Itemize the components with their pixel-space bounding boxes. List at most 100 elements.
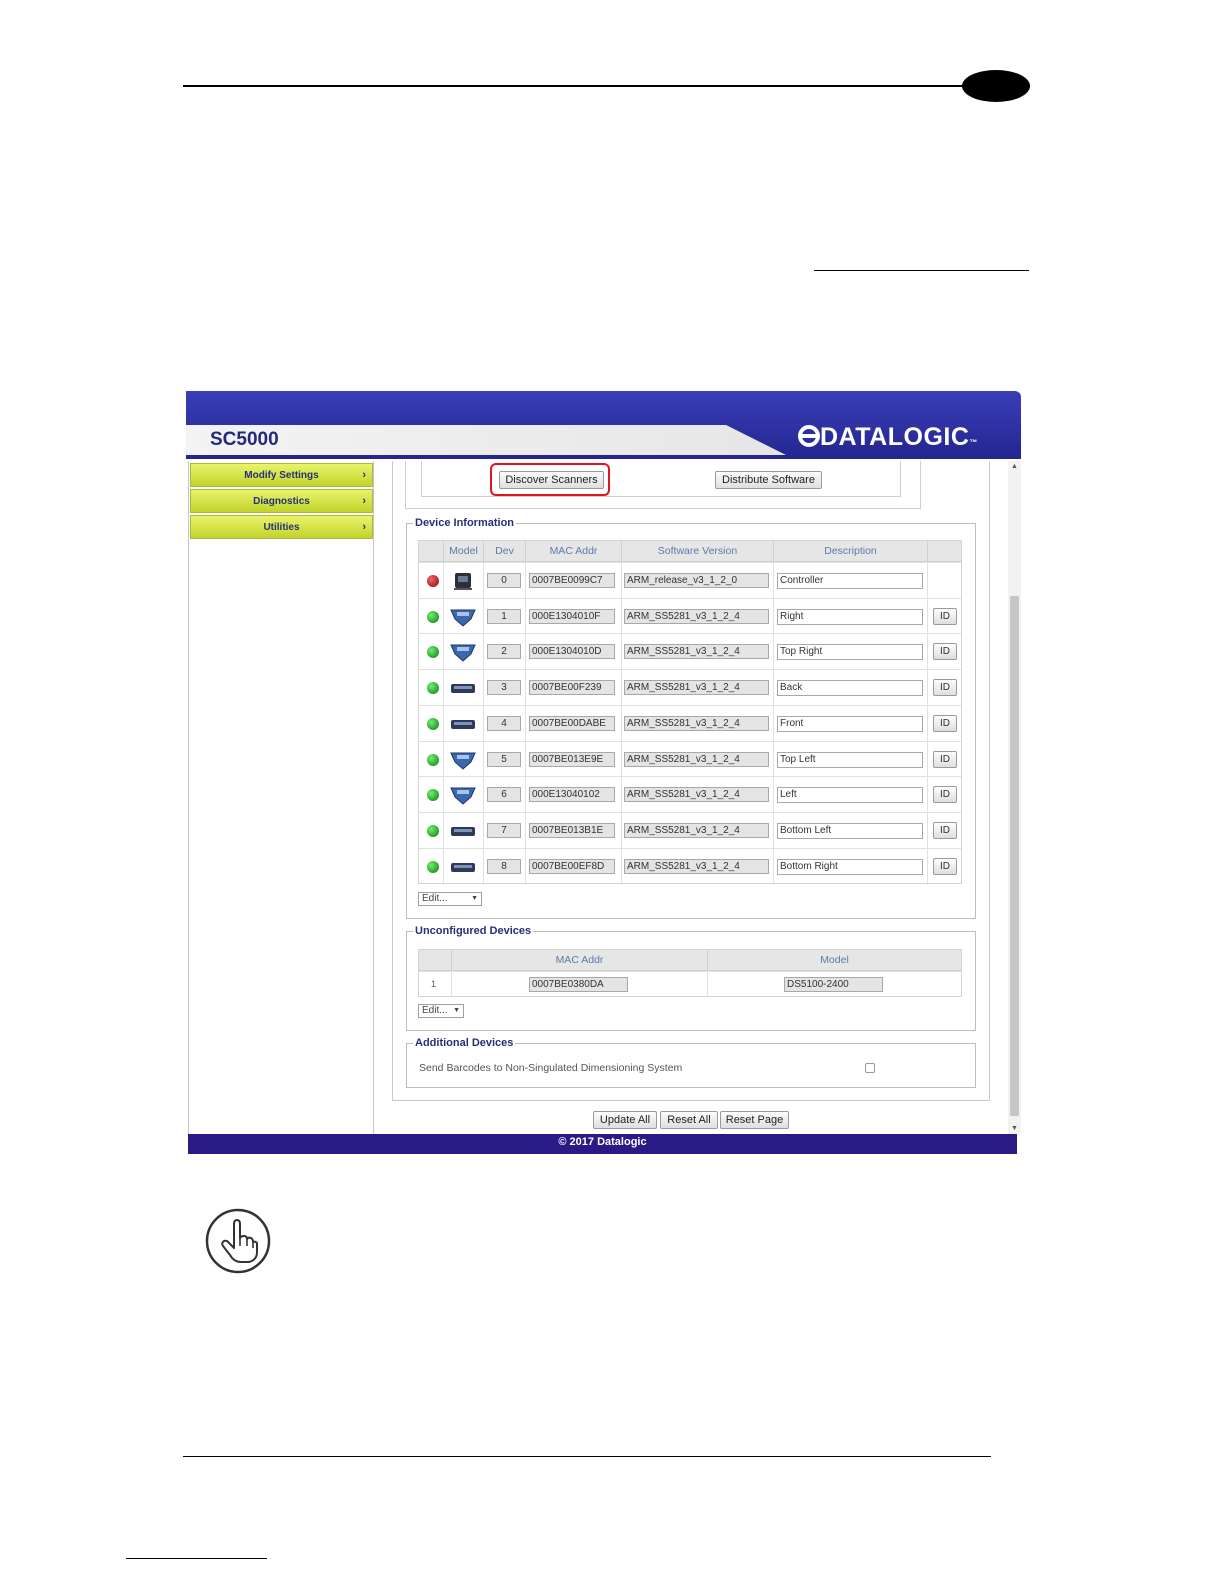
reader-model-icon bbox=[449, 856, 477, 878]
dev-field: 2 bbox=[487, 644, 521, 660]
software-version-field: ARM_SS5281_v3_1_2_4 bbox=[624, 751, 769, 767]
column-divider bbox=[927, 848, 928, 885]
software-version-field: ARM_SS5281_v3_1_2_4 bbox=[624, 715, 769, 731]
unconfigured-table: MAC Addr Model 1 0007BE0380DA DS5100-240… bbox=[418, 949, 962, 997]
reset-page-button[interactable]: Reset Page bbox=[720, 1111, 789, 1129]
column-divider bbox=[483, 670, 484, 707]
description-input[interactable]: Front bbox=[777, 715, 923, 732]
table-row: 8 0007BE00EF8D ARM_SS5281_v3_1_2_4 Bottom R… bbox=[419, 847, 961, 885]
table-row: 1 000E1304010F ARM_SS5281_v3_1_2_4 Right ID bbox=[419, 597, 961, 635]
logo-text: DATALOGIC bbox=[820, 423, 970, 451]
chevron-down-icon: ▼ bbox=[471, 895, 478, 902]
description-input[interactable]: Left bbox=[777, 787, 923, 804]
column-divider bbox=[773, 705, 774, 742]
sidebar-item-label: Modify Settings bbox=[244, 470, 319, 481]
chevron-right-icon: › bbox=[362, 469, 366, 481]
sc5000-window: SC5000 DATALOGIC™ Modify Settings › Diag… bbox=[186, 391, 1021, 1154]
column-divider bbox=[443, 812, 444, 849]
description-input[interactable]: Right bbox=[777, 608, 923, 625]
link-underline bbox=[814, 270, 1029, 271]
column-divider bbox=[927, 670, 928, 707]
id-button[interactable]: ID bbox=[933, 857, 957, 875]
mac-field: 0007BE0380DA bbox=[529, 977, 628, 992]
sidebar: Modify Settings › Diagnostics › Utilitie… bbox=[188, 461, 374, 1134]
column-divider bbox=[927, 563, 928, 599]
column-divider bbox=[773, 598, 774, 635]
column-divider bbox=[483, 777, 484, 814]
sidebar-item-modify-settings[interactable]: Modify Settings › bbox=[190, 463, 373, 487]
description-input[interactable]: Bottom Left bbox=[777, 822, 923, 839]
id-button[interactable]: ID bbox=[933, 821, 957, 839]
column-divider bbox=[525, 670, 526, 707]
id-button[interactable]: ID bbox=[933, 786, 957, 804]
column-divider bbox=[621, 741, 622, 778]
column-divider bbox=[621, 598, 622, 635]
column-divider bbox=[483, 634, 484, 671]
column-divider bbox=[483, 563, 484, 599]
table-row: 0 0007BE0099C7 ARM_release_v3_1_2_0 Control… bbox=[419, 562, 961, 599]
send-barcodes-label: Send Barcodes to Non-Singulated Dimensio… bbox=[419, 1062, 683, 1074]
dev-field: 5 bbox=[487, 751, 521, 767]
table-row: 2 000E1304010D ARM_SS5281_v3_1_2_4 Top Righ… bbox=[419, 633, 961, 671]
software-version-field: ARM_SS5281_v3_1_2_4 bbox=[624, 822, 769, 838]
column-divider bbox=[621, 777, 622, 814]
footer: © 2017 Datalogic bbox=[188, 1134, 1017, 1154]
footer-rule bbox=[183, 1456, 991, 1457]
update-all-button[interactable]: Update All bbox=[593, 1111, 657, 1129]
edit-dropdown[interactable]: Edit... ▼ bbox=[418, 892, 482, 906]
scrollbar-thumb[interactable] bbox=[1010, 596, 1019, 1116]
column-divider bbox=[443, 670, 444, 707]
description-input[interactable]: Bottom Right bbox=[777, 858, 923, 875]
controller-model-icon bbox=[449, 570, 477, 592]
scroll-down-icon[interactable]: ▼ bbox=[1008, 1125, 1021, 1132]
id-button[interactable]: ID bbox=[933, 714, 957, 732]
distribute-software-button[interactable]: Distribute Software bbox=[715, 471, 822, 489]
description-input[interactable]: Top Left bbox=[777, 751, 923, 768]
column-divider bbox=[443, 598, 444, 635]
column-divider bbox=[773, 741, 774, 778]
column-divider bbox=[483, 705, 484, 742]
app-banner: SC5000 DATALOGIC™ bbox=[186, 391, 1021, 459]
status-led-icon bbox=[427, 753, 439, 766]
software-version-field: ARM_SS5281_v3_1_2_4 bbox=[624, 680, 769, 696]
scanner-model-icon bbox=[449, 749, 477, 771]
discover-scanners-button[interactable]: Discover Scanners bbox=[499, 471, 604, 489]
column-divider bbox=[451, 972, 452, 997]
description-input[interactable]: Back bbox=[777, 680, 923, 697]
column-divider bbox=[621, 563, 622, 599]
status-led-icon bbox=[427, 682, 439, 695]
sidebar-item-utilities[interactable]: Utilities › bbox=[190, 515, 373, 539]
vertical-scrollbar[interactable]: ▲ ▼ bbox=[1008, 461, 1021, 1134]
column-divider bbox=[525, 563, 526, 599]
id-button[interactable]: ID bbox=[933, 679, 957, 697]
table-row: 6 000E13040102 ARM_SS5281_v3_1_2_4 Left ID bbox=[419, 776, 961, 814]
send-barcodes-checkbox[interactable] bbox=[865, 1063, 875, 1073]
edit-dropdown-label: Edit... bbox=[422, 893, 448, 904]
id-button[interactable]: ID bbox=[933, 750, 957, 768]
dev-field: 7 bbox=[487, 822, 521, 838]
column-divider bbox=[927, 812, 928, 849]
main-panel: Discover Scanners Distribute Software De… bbox=[392, 461, 990, 1101]
column-divider bbox=[483, 741, 484, 778]
status-led-icon bbox=[427, 646, 439, 659]
edit-dropdown[interactable]: Edit... ▼ bbox=[418, 1004, 464, 1018]
sidebar-item-diagnostics[interactable]: Diagnostics › bbox=[190, 489, 373, 513]
reset-all-button[interactable]: Reset All bbox=[660, 1111, 718, 1129]
section-title: Device Information bbox=[415, 517, 515, 529]
column-divider bbox=[773, 812, 774, 849]
column-header-model: Model bbox=[443, 541, 483, 562]
description-input[interactable]: Top Right bbox=[777, 644, 923, 661]
row-index: 1 bbox=[431, 979, 437, 989]
column-divider bbox=[773, 563, 774, 599]
reader-model-icon bbox=[449, 820, 477, 842]
table-row: 7 0007BE013B1E ARM_SS5281_v3_1_2_4 Bottom L… bbox=[419, 811, 961, 849]
column-divider bbox=[621, 812, 622, 849]
description-input[interactable]: Controller bbox=[777, 573, 923, 589]
table-row: 5 0007BE013E9E ARM_SS5281_v3_1_2_4 Top Left… bbox=[419, 740, 961, 778]
id-button[interactable]: ID bbox=[933, 607, 957, 625]
column-divider bbox=[443, 563, 444, 599]
id-button[interactable]: ID bbox=[933, 643, 957, 661]
scroll-up-icon[interactable]: ▲ bbox=[1008, 463, 1021, 470]
column-divider bbox=[927, 741, 928, 778]
edit-dropdown-label: Edit... bbox=[422, 1005, 448, 1016]
